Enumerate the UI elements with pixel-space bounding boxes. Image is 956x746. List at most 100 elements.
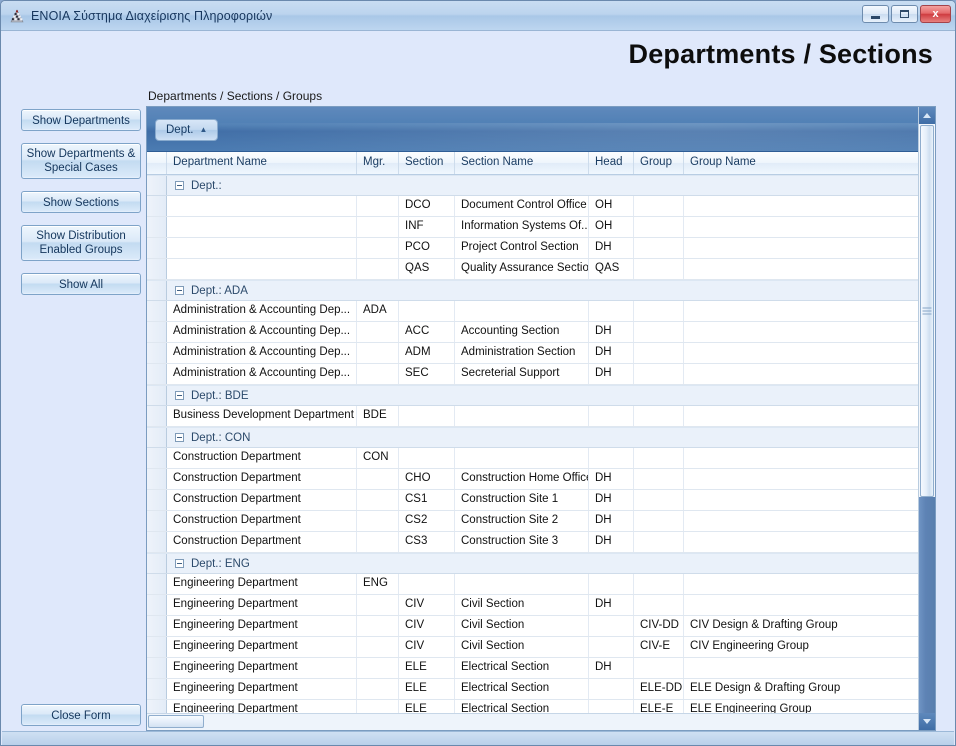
cell-head[interactable]	[589, 301, 634, 321]
cell-mgr[interactable]	[357, 679, 399, 699]
cell-mgr[interactable]	[357, 511, 399, 531]
scroll-down-arrow-icon[interactable]	[919, 713, 935, 730]
cell-group[interactable]	[634, 406, 684, 426]
cell-mgr[interactable]	[357, 259, 399, 279]
row-indicator[interactable]	[147, 490, 167, 510]
table-row[interactable]: Engineering DepartmentCIVCivil SectionCI…	[147, 616, 935, 637]
table-row[interactable]: Construction DepartmentCON	[147, 448, 935, 469]
cell-section[interactable]: CIV	[399, 637, 455, 657]
cell-group-name[interactable]	[684, 595, 913, 615]
column-header-department-name[interactable]: Department Name	[167, 152, 357, 174]
cell-head[interactable]: DH	[589, 532, 634, 552]
table-row[interactable]: Engineering DepartmentELEElectrical Sect…	[147, 658, 935, 679]
cell-group-name[interactable]	[684, 469, 913, 489]
cell-group[interactable]	[634, 448, 684, 468]
table-row[interactable]: DCODocument Control OfficeOH	[147, 196, 935, 217]
cell-group[interactable]	[634, 301, 684, 321]
cell-group[interactable]: ELE-DD	[634, 679, 684, 699]
cell-head[interactable]: DH	[589, 469, 634, 489]
cell-group[interactable]	[634, 490, 684, 510]
cell-group[interactable]	[634, 532, 684, 552]
column-header-mgr[interactable]: Mgr.	[357, 152, 399, 174]
cell-group-name[interactable]	[684, 574, 913, 594]
cell-group[interactable]	[634, 658, 684, 678]
cell-group-name[interactable]	[684, 406, 913, 426]
cell-department-name[interactable]: Engineering Department	[167, 679, 357, 699]
cell-group-name[interactable]	[684, 532, 913, 552]
cell-group-name[interactable]	[684, 301, 913, 321]
row-indicator[interactable]	[147, 532, 167, 552]
cell-head[interactable]	[589, 406, 634, 426]
cell-group[interactable]: CIV-E	[634, 637, 684, 657]
row-indicator[interactable]	[147, 238, 167, 258]
cell-group[interactable]	[634, 196, 684, 216]
cell-head[interactable]	[589, 616, 634, 636]
cell-section[interactable]: SEC	[399, 364, 455, 384]
column-header-section-name[interactable]: Section Name	[455, 152, 589, 174]
cell-section-name[interactable]: Administration Section	[455, 343, 589, 363]
vertical-scrollbar[interactable]	[918, 107, 935, 730]
row-indicator[interactable]	[147, 217, 167, 237]
cell-head[interactable]: DH	[589, 238, 634, 258]
cell-group[interactable]: CIV-DD	[634, 616, 684, 636]
cell-section[interactable]: CS2	[399, 511, 455, 531]
cell-mgr[interactable]	[357, 637, 399, 657]
cell-mgr[interactable]: ENG	[357, 574, 399, 594]
row-indicator[interactable]	[147, 301, 167, 321]
cell-department-name[interactable]: Engineering Department	[167, 616, 357, 636]
row-indicator[interactable]	[147, 259, 167, 279]
cell-section[interactable]: ADM	[399, 343, 455, 363]
cell-head[interactable]: DH	[589, 364, 634, 384]
cell-section-name[interactable]: Information Systems Of...	[455, 217, 589, 237]
cell-section[interactable]: PCO	[399, 238, 455, 258]
row-indicator[interactable]	[147, 511, 167, 531]
row-indicator[interactable]	[147, 322, 167, 342]
row-indicator[interactable]	[147, 679, 167, 699]
cell-group-name[interactable]	[684, 217, 913, 237]
cell-head[interactable]: DH	[589, 595, 634, 615]
horizontal-scrollbar[interactable]	[147, 713, 918, 730]
show-departments-special-cases-button[interactable]: Show Departments & Special Cases	[21, 143, 141, 179]
cell-section[interactable]: ACC	[399, 322, 455, 342]
row-indicator[interactable]	[147, 595, 167, 615]
table-row[interactable]: Administration & Accounting Dep...ADMAdm…	[147, 343, 935, 364]
cell-section[interactable]	[399, 574, 455, 594]
cell-group-name[interactable]	[684, 196, 913, 216]
show-departments-button[interactable]: Show Departments	[21, 109, 141, 131]
cell-section-name[interactable]: Construction Home Office	[455, 469, 589, 489]
show-all-button[interactable]: Show All	[21, 273, 141, 295]
cell-group[interactable]	[634, 595, 684, 615]
group-header-row[interactable]: Dept.: ADA	[147, 280, 935, 301]
cell-section[interactable]: ELE	[399, 658, 455, 678]
cell-mgr[interactable]	[357, 595, 399, 615]
cell-section-name[interactable]: Secreterial Support	[455, 364, 589, 384]
cell-department-name[interactable]: Administration & Accounting Dep...	[167, 322, 357, 342]
cell-department-name[interactable]: Construction Department	[167, 469, 357, 489]
group-header-row[interactable]: Dept.: CON	[147, 427, 935, 448]
cell-section[interactable]: CHO	[399, 469, 455, 489]
table-row[interactable]: INFInformation Systems Of...OH	[147, 217, 935, 238]
collapse-group-icon[interactable]	[175, 391, 184, 400]
row-indicator[interactable]	[147, 343, 167, 363]
collapse-group-icon[interactable]	[175, 181, 184, 190]
cell-department-name[interactable]: Administration & Accounting Dep...	[167, 364, 357, 384]
row-indicator[interactable]	[147, 196, 167, 216]
group-header-row[interactable]: Dept.: ENG	[147, 553, 935, 574]
cell-section[interactable]	[399, 406, 455, 426]
cell-mgr[interactable]	[357, 217, 399, 237]
row-indicator[interactable]	[147, 406, 167, 426]
row-indicator[interactable]	[147, 448, 167, 468]
table-row[interactable]: Engineering DepartmentCIVCivil SectionDH	[147, 595, 935, 616]
cell-head[interactable]: DH	[589, 511, 634, 531]
cell-section-name[interactable]	[455, 301, 589, 321]
cell-section[interactable]: CIV	[399, 616, 455, 636]
cell-group-name[interactable]	[684, 343, 913, 363]
cell-section[interactable]: ELE	[399, 679, 455, 699]
table-row[interactable]: Engineering DepartmentELEElectrical Sect…	[147, 679, 935, 700]
cell-section-name[interactable]: Quality Assurance Section	[455, 259, 589, 279]
cell-group-name[interactable]	[684, 448, 913, 468]
cell-mgr[interactable]	[357, 658, 399, 678]
cell-section[interactable]	[399, 448, 455, 468]
cell-group[interactable]	[634, 259, 684, 279]
cell-head[interactable]	[589, 574, 634, 594]
